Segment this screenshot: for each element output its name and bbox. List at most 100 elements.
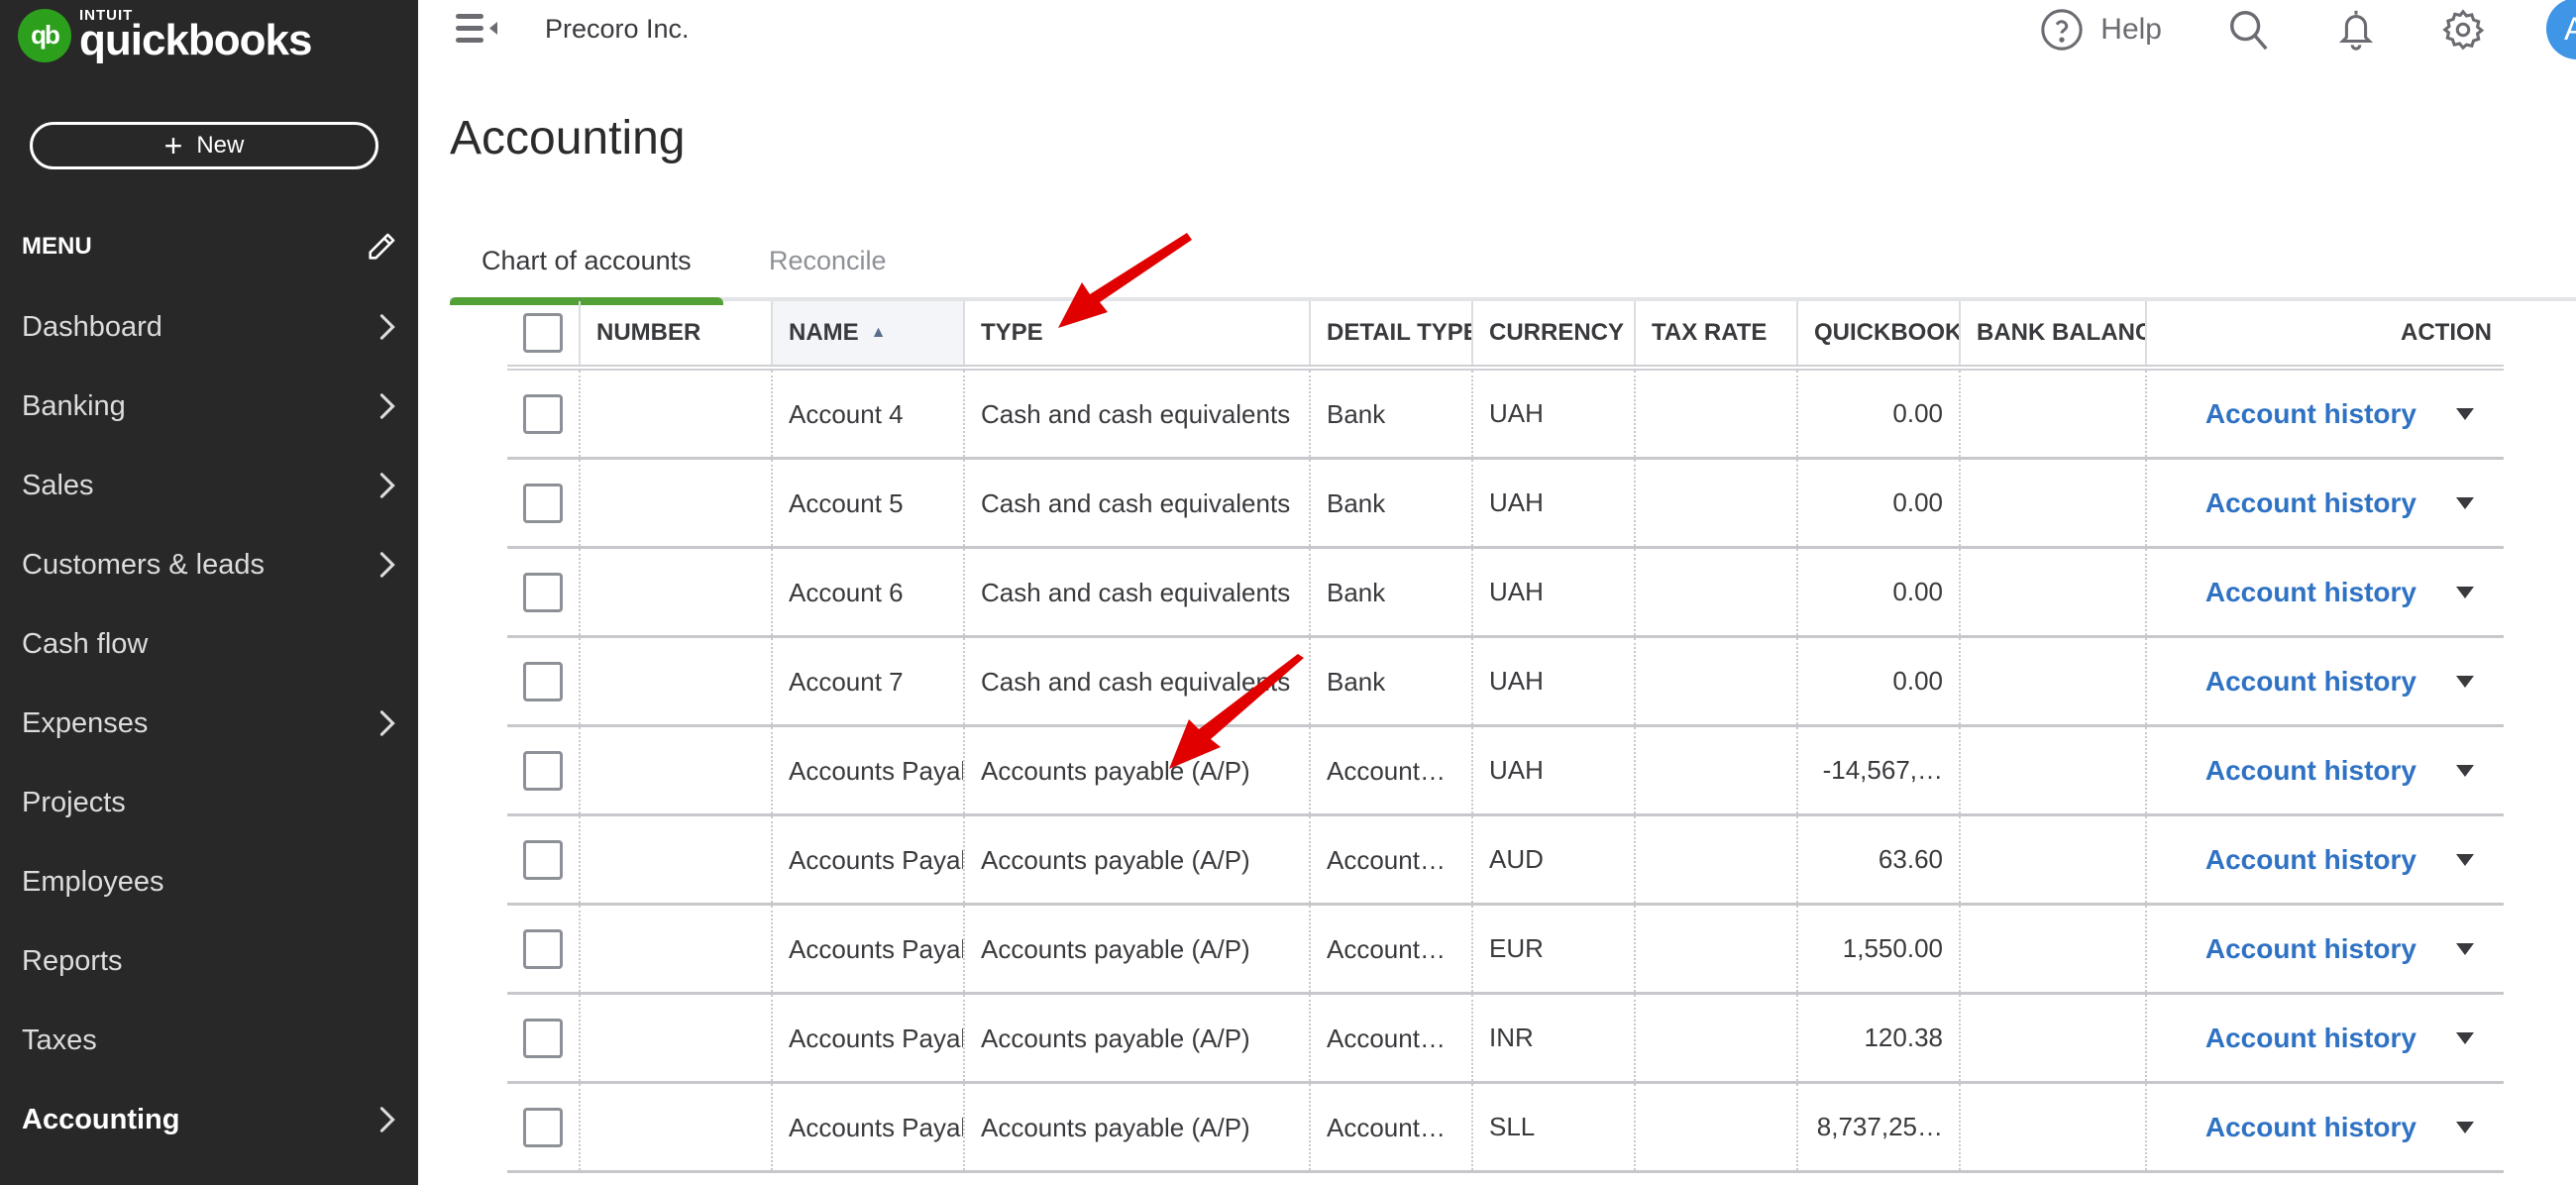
table-row[interactable]: Accounts Payable Accounts payable (A/P) Ac… — [507, 727, 2504, 816]
row-checkbox[interactable] — [523, 572, 563, 612]
notifications-button[interactable] — [2332, 6, 2380, 54]
select-all-checkbox[interactable] — [523, 313, 563, 353]
cell-action: Account history — [2145, 460, 2504, 546]
cell-type: Accounts payable (A/P) — [963, 816, 1309, 903]
table-row[interactable]: Account 5 Cash and cash equivalents Bank UA… — [507, 460, 2504, 549]
row-checkbox[interactable] — [523, 750, 563, 791]
caret-down-icon[interactable] — [2456, 1121, 2474, 1133]
cell-bank-balance — [1959, 460, 2145, 546]
caret-down-icon[interactable] — [2456, 942, 2474, 955]
caret-down-icon[interactable] — [2456, 407, 2474, 420]
user-avatar[interactable]: A — [2546, 0, 2576, 59]
header-detail-type[interactable]: DETAIL TYPE — [1309, 301, 1471, 365]
cell-detail-type: Bank — [1309, 638, 1471, 724]
row-checkbox[interactable] — [523, 393, 563, 434]
tab-reconcile[interactable]: Reconcile — [737, 246, 918, 301]
collapse-menu-icon[interactable] — [456, 14, 501, 44]
account-history-link[interactable]: Account history — [2205, 933, 2416, 965]
sidebar-item-cash-flow[interactable]: Cash flow — [0, 604, 418, 684]
cell-tax-rate — [1634, 816, 1796, 903]
sidebar-item-customers-leads[interactable]: Customers & leads — [0, 525, 418, 604]
row-checkbox[interactable] — [523, 661, 563, 701]
header-action: ACTION — [2145, 301, 2504, 365]
caret-down-icon[interactable] — [2456, 764, 2474, 777]
row-checkbox[interactable] — [523, 1018, 563, 1058]
row-checkbox[interactable] — [523, 483, 563, 523]
header-quickbooks-balance[interactable]: QUICKBOOKS BALANCE — [1796, 301, 1959, 365]
cell-type-text: Cash and cash equivalents — [981, 487, 1291, 518]
cell-name-text: Account 5 — [789, 487, 904, 518]
sidebar-item-expenses[interactable]: Expenses — [0, 684, 418, 763]
cell-select — [507, 638, 579, 724]
cell-currency: EUR — [1471, 906, 1634, 992]
header-number[interactable]: NUMBER — [579, 301, 771, 365]
account-history-link[interactable]: Account history — [2205, 1112, 2416, 1143]
sidebar-item-reports[interactable]: Reports — [0, 921, 418, 1001]
header-tax-rate[interactable]: TAX RATE — [1634, 301, 1796, 365]
sidebar-item-label: Expenses — [22, 706, 149, 739]
top-right-toolbar: Help A — [2039, 0, 2576, 59]
sidebar-item-accounting[interactable]: Accounting — [0, 1080, 418, 1159]
pencil-icon[interactable] — [365, 230, 398, 264]
sidebar-item-sales[interactable]: Sales — [0, 446, 418, 525]
account-history-link[interactable]: Account history — [2205, 844, 2416, 876]
cell-tax-rate — [1634, 638, 1796, 724]
caret-down-icon[interactable] — [2456, 853, 2474, 866]
cell-name-text: Accounts Payable — [789, 844, 963, 875]
table-row[interactable]: Accounts Payable Accounts payable (A/P) Ac… — [507, 1084, 2504, 1173]
account-history-link[interactable]: Account history — [2205, 755, 2416, 787]
tab-chart-of-accounts[interactable]: Chart of accounts — [450, 246, 723, 305]
cell-name: Account 4 — [771, 371, 963, 457]
sidebar-item-projects[interactable]: Projects — [0, 763, 418, 842]
help-button[interactable]: Help — [2039, 7, 2162, 53]
company-name: Precoro Inc. — [545, 14, 690, 44]
new-button[interactable]: + New — [30, 122, 378, 169]
settings-button[interactable] — [2439, 6, 2487, 54]
table-row[interactable]: Accounts Payable Accounts payable (A/P) Ac… — [507, 995, 2504, 1084]
cell-type: Accounts payable (A/P) — [963, 1084, 1309, 1170]
cell-number — [579, 727, 771, 813]
cell-detail-type: Account… — [1309, 816, 1471, 903]
caret-down-icon[interactable] — [2456, 586, 2474, 598]
header-currency[interactable]: CURRENCY — [1471, 301, 1634, 365]
cell-name: Account 5 — [771, 460, 963, 546]
account-history-link[interactable]: Account history — [2205, 666, 2416, 698]
cell-detail-type: Account… — [1309, 1084, 1471, 1170]
row-checkbox[interactable] — [523, 928, 563, 969]
table-row[interactable]: Account 4 Cash and cash equivalents Bank UA… — [507, 371, 2504, 460]
caret-down-icon[interactable] — [2456, 1031, 2474, 1044]
search-button[interactable] — [2225, 6, 2273, 54]
table-row[interactable]: Accounts Payable Accounts payable (A/P) Ac… — [507, 816, 2504, 906]
sidebar-item-dashboard[interactable]: Dashboard — [0, 287, 418, 367]
table-row[interactable]: Accounts Payable Accounts payable (A/P) Ac… — [507, 906, 2504, 995]
cell-name-text: Accounts Payable — [789, 755, 963, 786]
account-history-link[interactable]: Account history — [2205, 398, 2416, 430]
account-history-link[interactable]: Account history — [2205, 1023, 2416, 1054]
sidebar-item-banking[interactable]: Banking — [0, 367, 418, 446]
sidebar-item-label: Banking — [22, 389, 126, 422]
sidebar-item-employees[interactable]: Employees — [0, 842, 418, 921]
table-row[interactable]: Account 7 Cash and cash equivalents Bank UA… — [507, 638, 2504, 727]
header-name[interactable]: NAME ▲ — [771, 301, 963, 365]
cell-bank-balance — [1959, 995, 2145, 1081]
cell-detail-type-text: Account… — [1327, 844, 1446, 875]
cell-tax-rate — [1634, 906, 1796, 992]
table-row[interactable]: Account 6 Cash and cash equivalents Bank UA… — [507, 549, 2504, 638]
quickbooks-logo[interactable]: qb INTUIT quickbooks — [18, 8, 312, 62]
row-checkbox[interactable] — [523, 839, 563, 880]
caret-down-icon[interactable] — [2456, 496, 2474, 509]
cell-type-text: Accounts payable (A/P) — [981, 755, 1250, 786]
row-checkbox[interactable] — [523, 1107, 563, 1147]
cell-action: Account history — [2145, 816, 2504, 903]
chevron-right-icon — [379, 393, 395, 419]
header-type[interactable]: TYPE — [963, 301, 1309, 365]
cell-name-text: Account 4 — [789, 398, 904, 429]
cell-quickbooks-balance: 120.38 — [1796, 995, 1959, 1081]
account-history-link[interactable]: Account history — [2205, 487, 2416, 519]
cell-type: Cash and cash equivalents — [963, 371, 1309, 457]
account-history-link[interactable]: Account history — [2205, 577, 2416, 608]
caret-down-icon[interactable] — [2456, 675, 2474, 688]
header-bank-balance[interactable]: BANK BALANCE — [1959, 301, 2145, 365]
sidebar-item-taxes[interactable]: Taxes — [0, 1001, 418, 1080]
cell-tax-rate — [1634, 995, 1796, 1081]
